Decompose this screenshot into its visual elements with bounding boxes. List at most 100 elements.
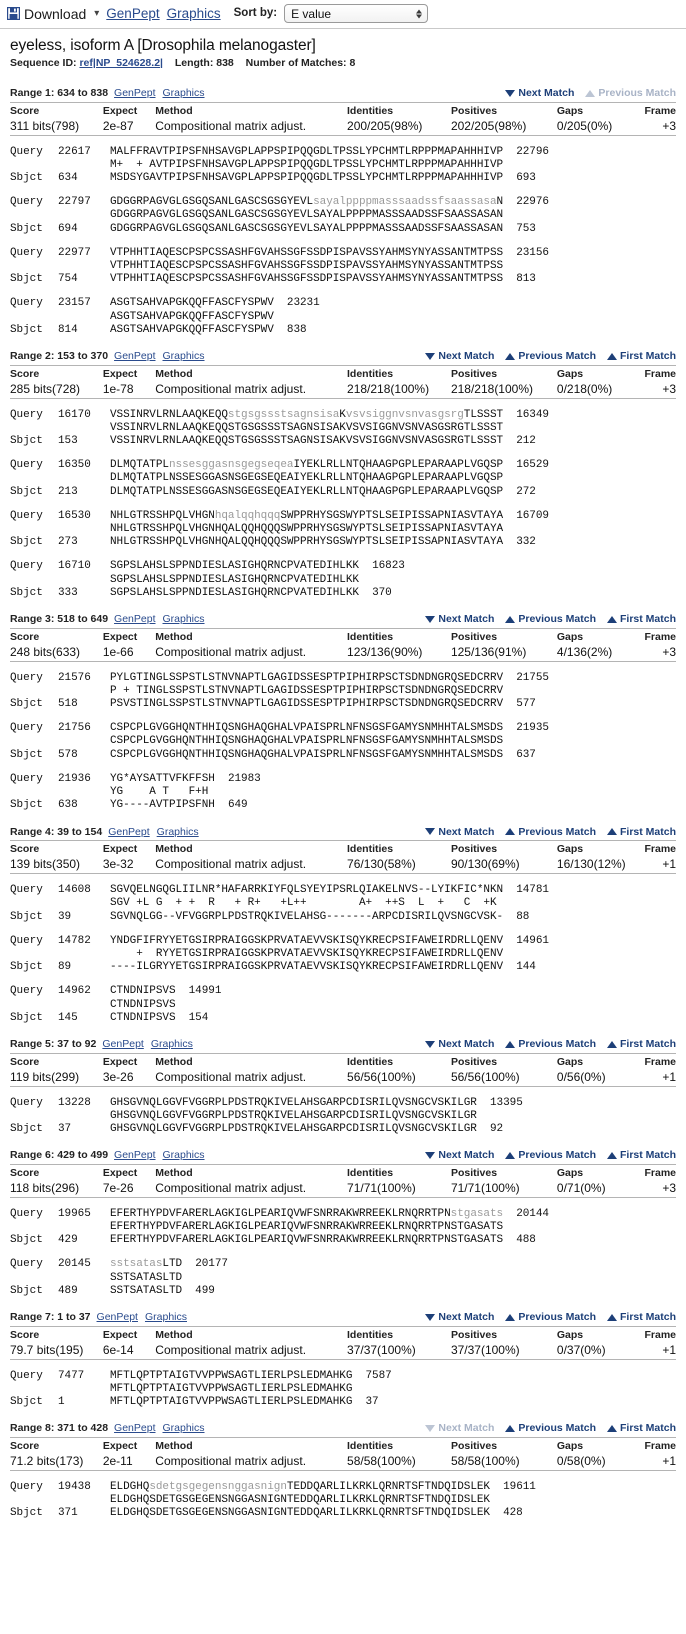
next-match-link-3[interactable]: Next Match	[425, 613, 494, 626]
first-match-label: First Match	[619, 825, 676, 838]
range-graphics-link[interactable]: Graphics	[163, 87, 205, 100]
midline-seq: DLMQTATPLNSSESGGASNSGEGSEQEAIYEKLRLLNTQH…	[110, 472, 504, 485]
range-graphics-link[interactable]: Graphics	[163, 350, 205, 363]
first-match-link-7[interactable]: First Match	[606, 1311, 676, 1324]
alignment-6: Range 6: 429 to 499 GenPept Graphics Nex…	[0, 1149, 686, 1298]
query-start: 21576	[58, 671, 91, 684]
sbjct-end: 428	[503, 1507, 523, 1520]
sbjct-seq: PSVSTINGLSSPSTLSTNVNAPTLGAGIDSSESPTPIPHI…	[110, 698, 504, 711]
header-positives: Positives	[450, 1436, 557, 1453]
sbjct-row: Sbjct 489 SSTSATASLTD 499	[10, 1285, 676, 1298]
previous-match-link-2[interactable]: Previous Match	[505, 350, 596, 363]
range-genpept-link[interactable]: GenPept	[108, 826, 149, 839]
alignment-8: Range 8: 371 to 428 GenPept Graphics Nex…	[0, 1422, 686, 1520]
next-match-link-2[interactable]: Next Match	[425, 350, 494, 363]
next-match-link-6[interactable]: Next Match	[425, 1149, 494, 1162]
query-start: 16710	[58, 560, 91, 573]
range-genpept-link[interactable]: GenPept	[114, 350, 155, 363]
previous-match-label: Previous Match	[518, 1422, 596, 1435]
range-graphics-link[interactable]: Graphics	[151, 1038, 193, 1051]
query-row: Query 19965 EFERTHYPDVFARERLAGKIGLPEARIQVW…	[10, 1208, 676, 1221]
previous-match-link-3[interactable]: Previous Match	[505, 613, 596, 626]
alignment-block: Query 21936 YG*AYSATTVFKFFSH 21983 YG A T …	[10, 773, 676, 813]
toolbar-genpept-link[interactable]: GenPept	[106, 7, 159, 21]
midline-seq: VTPHHTIAQESCPSPCSSASHFGVAHSSGFSSDPISPAVS…	[110, 260, 504, 273]
next-match-link-5[interactable]: Next Match	[425, 1038, 494, 1051]
stats-header-row: Score Expect Method Identities Positives…	[10, 1163, 676, 1180]
stats-header-row: Score Expect Method Identities Positives…	[10, 1052, 676, 1069]
header-positives: Positives	[450, 1163, 557, 1180]
range-genpept-link[interactable]: GenPept	[114, 87, 155, 100]
range-graphics-link[interactable]: Graphics	[145, 1311, 187, 1324]
download-button[interactable]: Download	[7, 7, 86, 21]
query-row: Query 22977 VTPHHTIAQESCPSPCSSASHFGVAHSSGF…	[10, 247, 676, 260]
value-gaps: 0/205(0%)	[556, 118, 613, 133]
query-start: 14962	[58, 985, 91, 998]
header-identities: Identities	[347, 101, 451, 118]
triangle-up-icon	[505, 352, 516, 360]
sbjct-label: Sbjct	[10, 961, 43, 974]
query-seq: CTNDNIPSVS	[110, 985, 176, 998]
next-match-link-4[interactable]: Next Match	[425, 826, 494, 839]
previous-match-link-4[interactable]: Previous Match	[505, 826, 596, 839]
toolbar-graphics-link[interactable]: Graphics	[167, 7, 221, 21]
sbjct-start: 273	[58, 536, 78, 549]
sort-by-select[interactable]: E value	[284, 4, 429, 23]
range-graphics-link[interactable]: Graphics	[163, 1149, 205, 1162]
value-score: 139 bits(350)	[10, 857, 81, 872]
query-start: 20145	[58, 1258, 91, 1271]
stats-value-row: 71.2 bits(173) 2e-11 Compositional matri…	[10, 1453, 676, 1471]
previous-match-label: Previous Match	[518, 350, 596, 363]
header-expect: Expect	[102, 1325, 156, 1342]
sequence-id-link[interactable]: ref|NP_524628.2|	[79, 57, 163, 69]
value-frame: +3	[662, 644, 676, 659]
previous-match-link-6[interactable]: Previous Match	[505, 1149, 596, 1162]
range-genpept-link[interactable]: GenPept	[114, 1422, 155, 1435]
range-graphics-link[interactable]: Graphics	[157, 826, 199, 839]
midline-row: DLMQTATPLNSSESGGASNSGEGSEQEAIYEKLRLLNTQH…	[10, 472, 676, 485]
sequence-alignment: Query 13228 GHSGVNQLGGVFVGGRPLPDSTRQKIVELA…	[10, 1097, 676, 1137]
range-genpept-link[interactable]: GenPept	[114, 613, 155, 626]
first-match-link-2[interactable]: First Match	[606, 350, 676, 363]
previous-match-link-7[interactable]: Previous Match	[505, 1311, 596, 1324]
first-match-link-8[interactable]: First Match	[606, 1422, 676, 1435]
chevron-down-icon[interactable]: ▾	[94, 8, 99, 19]
header-positives: Positives	[450, 1052, 557, 1069]
alignment-block: Query 22797 GDGGRPAGVGLGSGQSANLGASCSGSGYEV…	[10, 196, 676, 236]
range-genpept-link[interactable]: GenPept	[97, 1311, 138, 1324]
triangle-up-icon	[505, 1424, 516, 1432]
sort-by-label: Sort by:	[233, 6, 278, 19]
first-match-label: First Match	[619, 350, 676, 363]
sbjct-label: Sbjct	[10, 536, 43, 549]
header-frame: Frame	[635, 101, 676, 118]
header-method: Method	[155, 364, 348, 381]
query-seq-tail: SWPPRHYSGSWYPTSLSEIPISSAPNIASVTAYA	[280, 509, 504, 522]
first-match-link-4[interactable]: First Match	[606, 825, 676, 839]
range-graphics-link[interactable]: Graphics	[163, 1422, 205, 1435]
first-match-link-5[interactable]: First Match	[606, 1038, 676, 1051]
next-match-link-1[interactable]: Next Match	[505, 87, 574, 100]
range-graphics-link[interactable]: Graphics	[163, 613, 205, 626]
previous-match-link-8[interactable]: Previous Match	[505, 1422, 596, 1435]
midline-row: VTPHHTIAQESCPSPCSSASHFGVAHSSGFSSDPISPAVS…	[10, 260, 676, 273]
first-match-link-3[interactable]: First Match	[606, 613, 676, 626]
range-genpept-link[interactable]: GenPept	[102, 1038, 143, 1051]
range-bar-5: Range 5: 37 to 92 GenPept Graphics Next …	[10, 1038, 676, 1053]
header-frame: Frame	[635, 1325, 676, 1342]
query-end: 16349	[516, 408, 549, 421]
query-label: Query	[10, 459, 43, 472]
query-end: 21983	[227, 772, 261, 785]
next-match-link-7[interactable]: Next Match	[425, 1311, 494, 1324]
first-match-link-6[interactable]: First Match	[606, 1149, 676, 1162]
alignment-block: Query 21756 CSPCPLGVGGHQNTHHIQSNGHAQGHALVP…	[10, 722, 676, 762]
sbjct-row: Sbjct 145 CTNDNIPSVS 154	[10, 1012, 676, 1025]
previous-match-link-5[interactable]: Previous Match	[505, 1038, 596, 1051]
query-row: Query 16710 SGPSLAHSLSPPNDIESLASIGHQRNCPVA…	[10, 560, 676, 573]
range-genpept-link[interactable]: GenPept	[114, 1149, 155, 1162]
sbjct-start: 333	[58, 586, 78, 599]
next-match-label: Next Match	[438, 825, 495, 838]
sbjct-row: Sbjct 814 ASGTSAHVAPGKQQFFASCFYSPWV 838	[10, 324, 676, 337]
header-positives: Positives	[450, 1325, 557, 1342]
sbjct-end: 88	[516, 910, 530, 923]
value-method: Compositional matrix adjust.	[155, 857, 307, 872]
